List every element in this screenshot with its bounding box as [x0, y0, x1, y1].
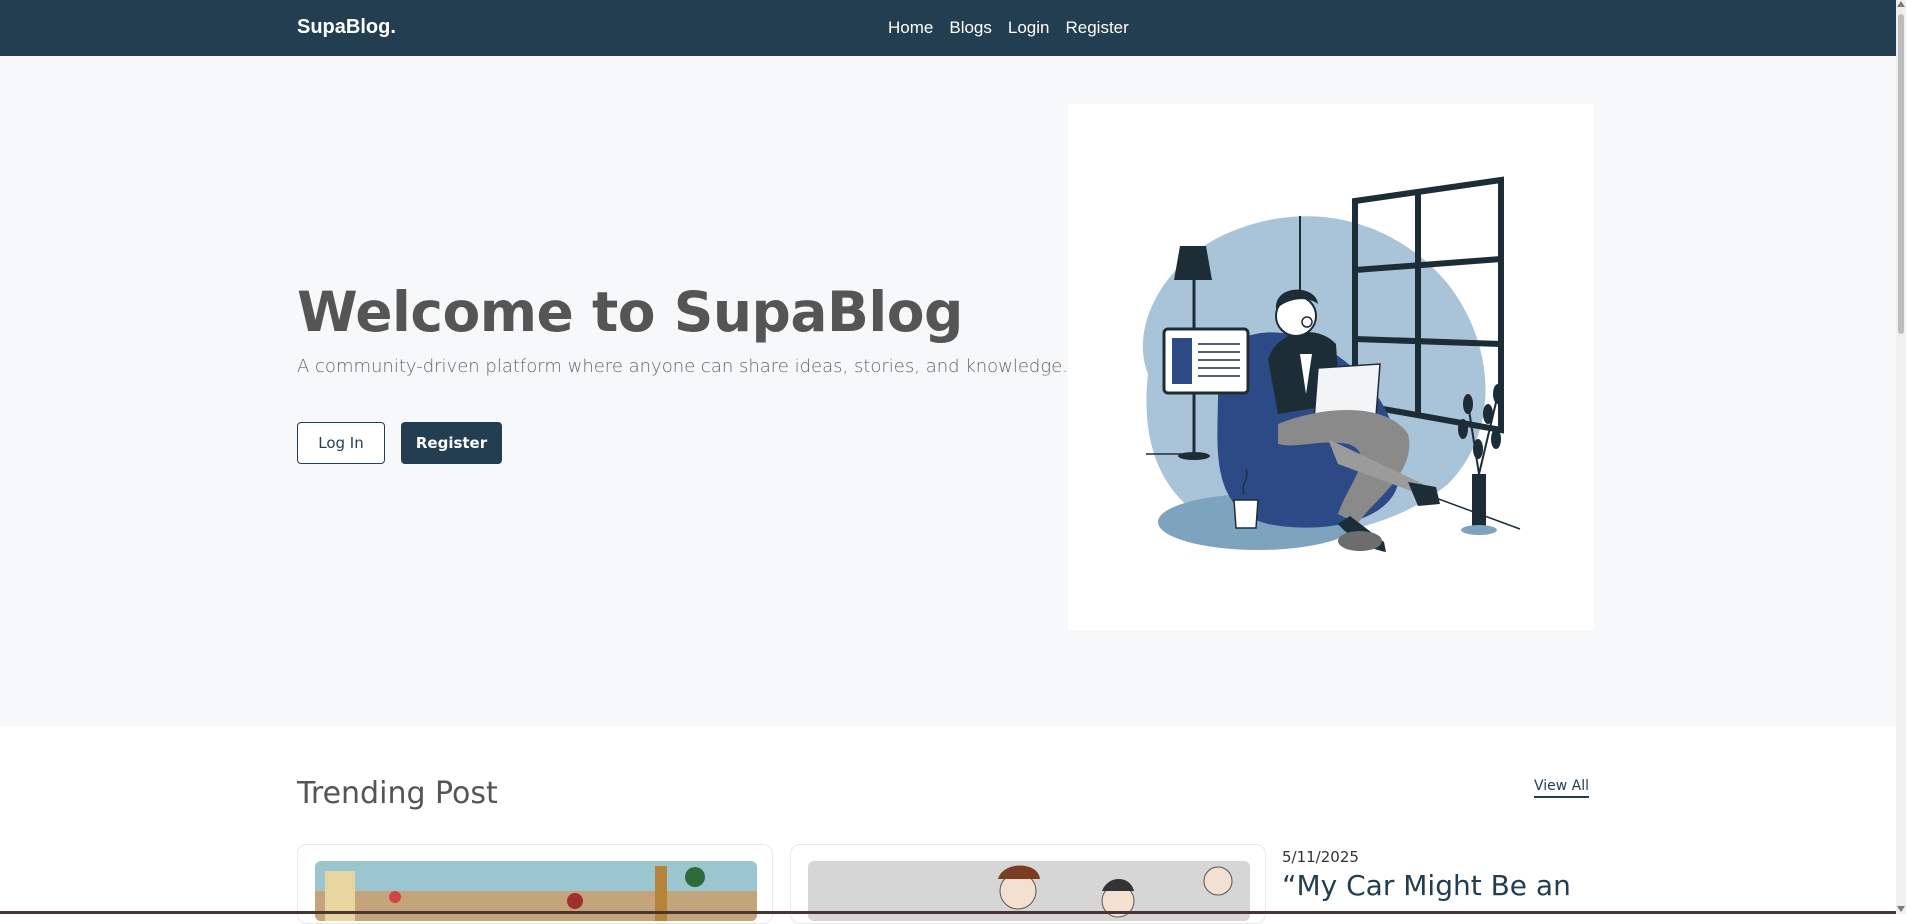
nav-links: Home Blogs Login Register	[888, 18, 1129, 38]
register-button[interactable]: Register	[401, 422, 502, 464]
scroll-thumb[interactable]	[1898, 14, 1904, 334]
nav-link-blogs[interactable]: Blogs	[949, 18, 992, 38]
login-button[interactable]: Log In	[297, 422, 385, 464]
vertical-scrollbar[interactable]	[1896, 0, 1906, 914]
top-navbar: SupaBlog. Home Blogs Login Register	[0, 0, 1896, 56]
nav-link-register[interactable]: Register	[1066, 18, 1129, 38]
hero-subtitle: A community-driven platform where anyone…	[297, 356, 1068, 377]
scroll-down-icon[interactable]	[1897, 906, 1905, 912]
post-date: 5/11/2025	[1282, 848, 1359, 866]
nav-link-home[interactable]: Home	[888, 18, 933, 38]
nav-link-login[interactable]: Login	[1008, 18, 1050, 38]
brand-logo[interactable]: SupaBlog.	[297, 16, 396, 39]
hero-title: Welcome to SupaBlog	[297, 280, 963, 344]
post-title[interactable]: “My Car Might Be an	[1282, 868, 1582, 904]
person-reading-laptop-illustration-icon	[1142, 176, 1521, 552]
trending-title: Trending Post	[297, 776, 498, 811]
scroll-up-icon[interactable]	[1897, 1, 1905, 7]
hero-section: Welcome to SupaBlog A community-driven p…	[0, 56, 1896, 726]
hero-illustration	[1068, 104, 1594, 630]
view-all-link[interactable]: View All	[1534, 778, 1590, 798]
